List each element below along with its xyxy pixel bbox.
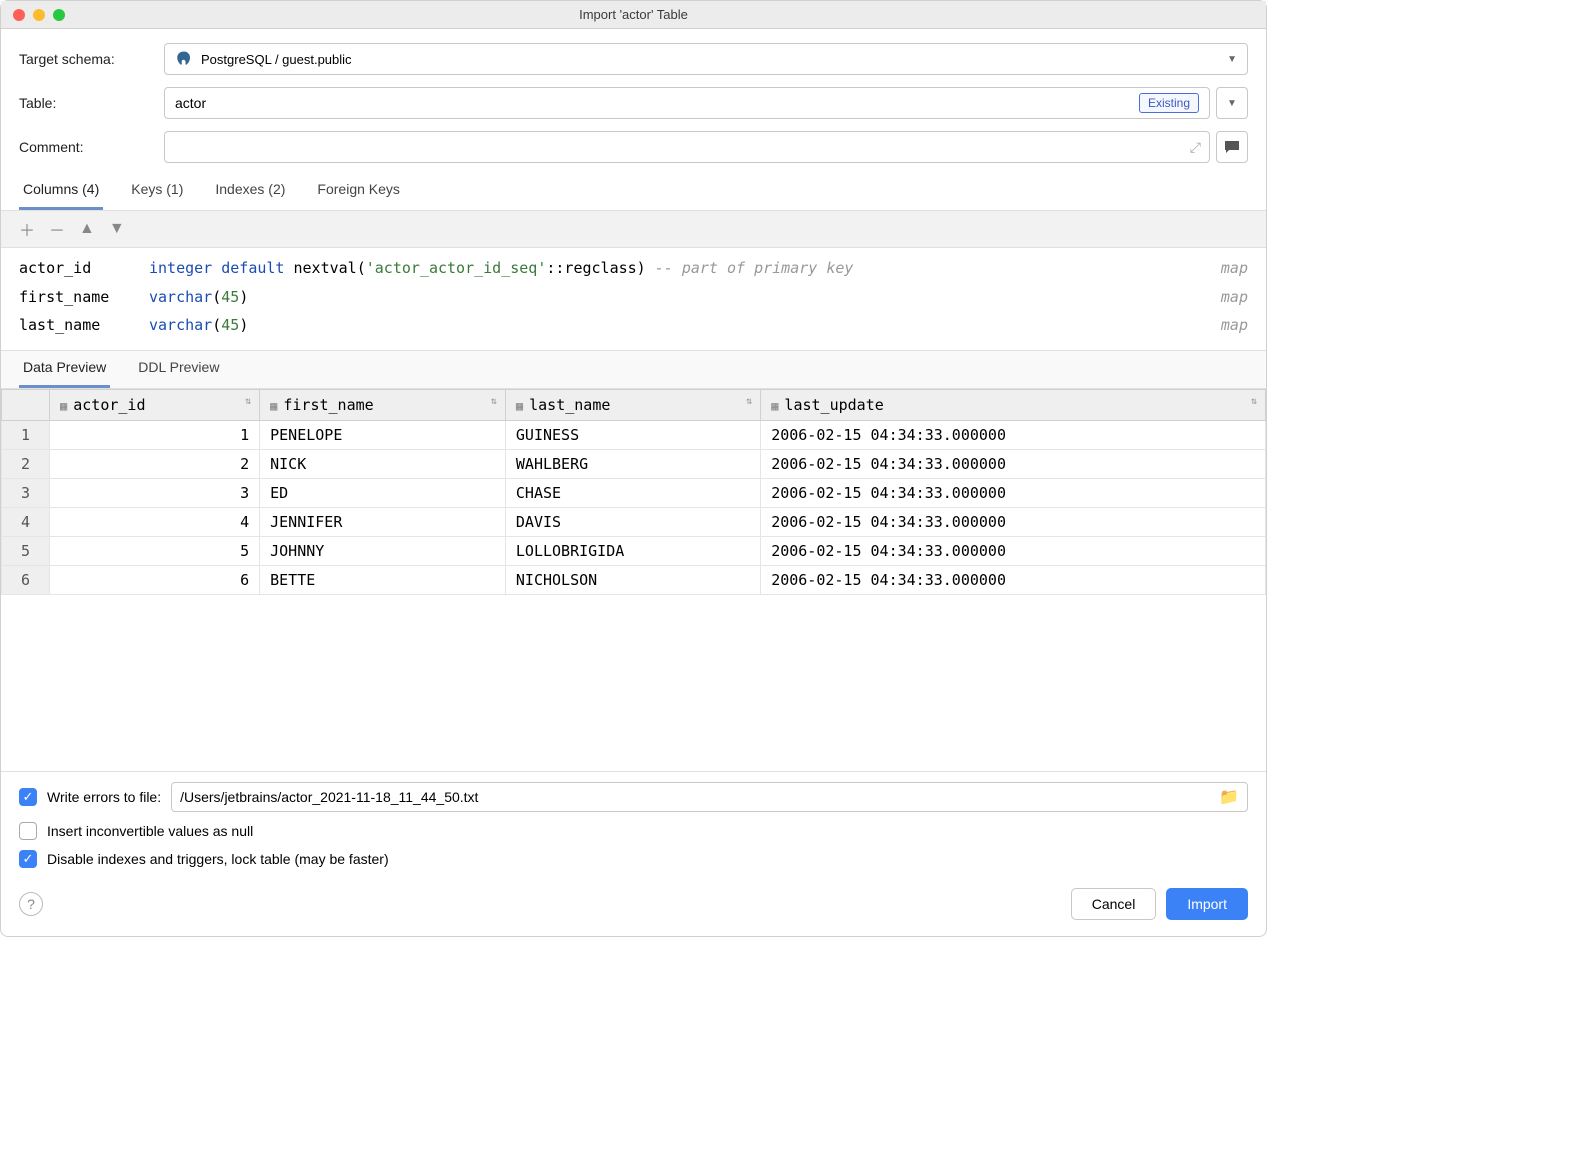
sort-icon: ⇅ — [245, 396, 251, 407]
row-number: 5 — [2, 536, 50, 565]
chevron-down-icon: ▼ — [1227, 54, 1237, 65]
add-column-button[interactable]: ＋ — [19, 217, 35, 241]
sort-icon: ⇅ — [1251, 396, 1257, 407]
row-number: 6 — [2, 565, 50, 594]
columns-definition: actor_idinteger default nextval('actor_a… — [1, 248, 1266, 350]
row-number: 2 — [2, 449, 50, 478]
cell[interactable]: GUINESS — [505, 420, 760, 449]
column-header[interactable]: ▦last_name⇅ — [505, 389, 760, 420]
cell[interactable]: 1 — [50, 420, 260, 449]
table-row[interactable]: 4 4 JENNIFER DAVIS 2006-02-15 04:34:33.0… — [2, 507, 1266, 536]
data-preview-grid: ▦actor_id⇅▦first_name⇅▦last_name⇅▦last_u… — [1, 389, 1266, 595]
row-number: 1 — [2, 420, 50, 449]
expand-icon[interactable]: ⤢ — [1190, 139, 1201, 156]
main-tabs: Columns (4) Keys (1) Indexes (2) Foreign Ke… — [1, 173, 1266, 211]
cell[interactable]: LOLLOBRIGIDA — [505, 536, 760, 565]
cell[interactable]: 2006-02-15 04:34:33.000000 — [761, 449, 1266, 478]
column-icon: ▦ — [60, 399, 67, 413]
target-schema-value: PostgreSQL / guest.public — [201, 52, 352, 67]
column-header[interactable]: ▦first_name⇅ — [260, 389, 506, 420]
main-tab[interactable]: Foreign Keys — [313, 173, 403, 210]
sort-icon: ⇅ — [746, 396, 752, 407]
table-row[interactable]: 3 3 ED CHASE 2006-02-15 04:34:33.000000 — [2, 478, 1266, 507]
column-definition-row[interactable]: first_namevarchar(45)map — [19, 283, 1248, 312]
window-title: Import 'actor' Table — [1, 7, 1266, 22]
cell[interactable]: ED — [260, 478, 506, 507]
cancel-button[interactable]: Cancel — [1071, 888, 1157, 920]
cell[interactable]: WAHLBERG — [505, 449, 760, 478]
write-errors-checkbox[interactable]: ✓ — [19, 788, 37, 806]
remove-column-button[interactable]: － — [49, 217, 65, 241]
comment-label: Comment: — [19, 139, 164, 155]
folder-icon[interactable]: 📁 — [1219, 787, 1239, 807]
columns-toolbar: ＋ － ▲ ▼ — [1, 211, 1266, 248]
cell[interactable]: PENELOPE — [260, 420, 506, 449]
table-row[interactable]: 6 6 BETTE NICHOLSON 2006-02-15 04:34:33.… — [2, 565, 1266, 594]
data-preview-grid-wrap: ▦actor_id⇅▦first_name⇅▦last_name⇅▦last_u… — [1, 388, 1266, 772]
preview-tabs: Data Preview DDL Preview — [1, 350, 1266, 388]
column-icon: ▦ — [516, 399, 523, 413]
column-icon: ▦ — [771, 399, 778, 413]
write-errors-path-input[interactable] — [180, 789, 1219, 805]
move-down-button[interactable]: ▼ — [109, 220, 125, 238]
cell[interactable]: NICHOLSON — [505, 565, 760, 594]
column-header[interactable]: ▦actor_id⇅ — [50, 389, 260, 420]
cell[interactable]: CHASE — [505, 478, 760, 507]
row-number-header — [2, 389, 50, 420]
main-tab[interactable]: Indexes (2) — [211, 173, 289, 210]
help-button[interactable]: ? — [19, 892, 43, 916]
cell[interactable]: 4 — [50, 507, 260, 536]
cell[interactable]: JOHNNY — [260, 536, 506, 565]
target-schema-label: Target schema: — [19, 51, 164, 67]
write-errors-label: Write errors to file: — [47, 789, 161, 805]
table-input-wrapper: Existing — [164, 87, 1210, 119]
insert-null-label: Insert inconvertible values as null — [47, 823, 253, 839]
move-up-button[interactable]: ▲ — [79, 220, 95, 238]
column-definition-row[interactable]: actor_idinteger default nextval('actor_a… — [19, 254, 1248, 283]
cell[interactable]: 6 — [50, 565, 260, 594]
cell[interactable]: JENNIFER — [260, 507, 506, 536]
cell[interactable]: 3 — [50, 478, 260, 507]
column-header[interactable]: ▦last_update⇅ — [761, 389, 1266, 420]
cell[interactable]: 2006-02-15 04:34:33.000000 — [761, 565, 1266, 594]
comment-options-button[interactable] — [1216, 131, 1248, 163]
table-row[interactable]: 5 5 JOHNNY LOLLOBRIGIDA 2006-02-15 04:34… — [2, 536, 1266, 565]
target-schema-select[interactable]: PostgreSQL / guest.public ▼ — [164, 43, 1248, 75]
table-row[interactable]: 2 2 NICK WAHLBERG 2006-02-15 04:34:33.00… — [2, 449, 1266, 478]
existing-badge: Existing — [1139, 93, 1199, 113]
comment-icon — [1224, 140, 1240, 154]
table-input[interactable] — [175, 95, 1139, 111]
import-button[interactable]: Import — [1166, 888, 1248, 920]
table-label: Table: — [19, 95, 164, 111]
titlebar: Import 'actor' Table — [1, 1, 1266, 29]
preview-tab[interactable]: DDL Preview — [134, 351, 223, 388]
main-tab[interactable]: Keys (1) — [127, 173, 187, 210]
row-number: 4 — [2, 507, 50, 536]
main-tab[interactable]: Columns (4) — [19, 173, 103, 210]
cell[interactable]: 5 — [50, 536, 260, 565]
table-options-button[interactable]: ▼ — [1216, 87, 1248, 119]
cell[interactable]: DAVIS — [505, 507, 760, 536]
cell[interactable]: NICK — [260, 449, 506, 478]
cell[interactable]: 2006-02-15 04:34:33.000000 — [761, 478, 1266, 507]
cell[interactable]: BETTE — [260, 565, 506, 594]
insert-null-checkbox[interactable] — [19, 822, 37, 840]
cell[interactable]: 2006-02-15 04:34:33.000000 — [761, 536, 1266, 565]
disable-indexes-checkbox[interactable]: ✓ — [19, 850, 37, 868]
column-icon: ▦ — [270, 399, 277, 413]
row-number: 3 — [2, 478, 50, 507]
postgresql-icon — [175, 50, 193, 68]
column-definition-row[interactable]: last_namevarchar(45)map — [19, 311, 1248, 340]
cell[interactable]: 2 — [50, 449, 260, 478]
cell[interactable]: 2006-02-15 04:34:33.000000 — [761, 507, 1266, 536]
disable-indexes-label: Disable indexes and triggers, lock table… — [47, 851, 389, 867]
table-row[interactable]: 1 1 PENELOPE GUINESS 2006-02-15 04:34:33… — [2, 420, 1266, 449]
cell[interactable]: 2006-02-15 04:34:33.000000 — [761, 420, 1266, 449]
comment-input[interactable] — [173, 139, 1190, 155]
sort-icon: ⇅ — [491, 396, 497, 407]
preview-tab[interactable]: Data Preview — [19, 351, 110, 388]
chevron-down-icon: ▼ — [1227, 98, 1237, 109]
